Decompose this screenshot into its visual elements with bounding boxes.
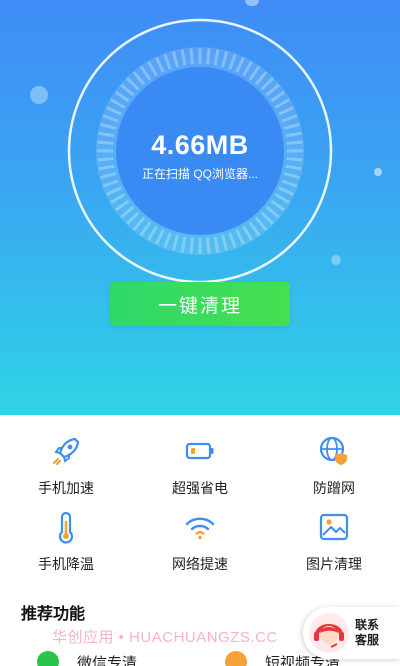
customer-service-button[interactable]: 联系客服 — [303, 607, 400, 659]
feature-label: 超强省电 — [172, 480, 228, 496]
gauge-tick — [189, 237, 194, 254]
decor-bubble — [245, 0, 259, 6]
thermometer-icon — [49, 510, 83, 544]
scan-status: 正在扫描 QQ浏览器... — [141, 167, 258, 181]
battery-icon — [183, 434, 217, 468]
wifi-icon — [183, 510, 217, 544]
feature-phone-cooling[interactable]: 手机降温 — [6, 510, 126, 574]
feature-label: 手机加速 — [38, 480, 94, 496]
feature-photo-clean[interactable]: 图片清理 — [274, 510, 394, 574]
watermark: 华创应用 • HUACHUANGZS.CC — [52, 629, 278, 646]
gauge-tick — [189, 48, 194, 65]
feature-power-saving[interactable]: 超强省电 — [140, 434, 260, 498]
decor-bubble — [374, 168, 382, 176]
rocket-icon — [49, 434, 83, 468]
customer-service-icon — [307, 611, 351, 655]
feature-label: 图片清理 — [306, 556, 362, 572]
feature-label: 网络提速 — [172, 556, 228, 572]
gauge-tick — [206, 48, 211, 65]
customer-service-label: 联系客服 — [355, 618, 380, 647]
gauge-tick — [206, 237, 211, 254]
image-icon — [317, 510, 351, 544]
recommend-title: 推荐功能 — [21, 606, 86, 623]
recommend-label: 微信专清 — [77, 654, 138, 666]
globe-shield-icon — [317, 434, 351, 468]
scanned-size: 4.66MB — [151, 130, 249, 160]
feature-label: 防蹭网 — [313, 480, 355, 496]
feature-phone-boost[interactable]: 手机加速 — [6, 434, 126, 498]
one-click-clean-button[interactable]: 一键清理 — [110, 282, 290, 326]
feature-network-boost[interactable]: 网络提速 — [140, 510, 260, 574]
scan-hero: 4.66MB 正在扫描 QQ浏览器... 一键清理 — [0, 0, 400, 415]
feature-label: 手机降温 — [38, 556, 94, 572]
recommend-item-wechat-clean[interactable]: 微信专清 — [37, 651, 138, 666]
wechat-icon — [37, 651, 59, 666]
video-icon — [225, 651, 247, 666]
feature-anti-wifi-theft[interactable]: 防蹭网 — [274, 434, 394, 498]
decor-bubble — [30, 86, 48, 104]
